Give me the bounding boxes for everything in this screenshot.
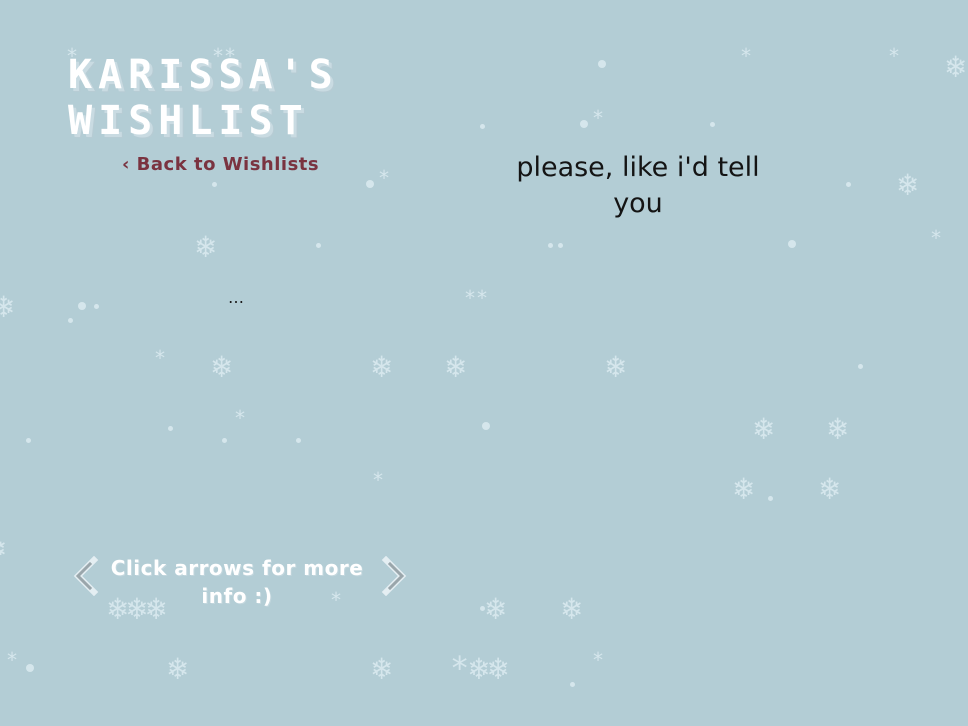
snow-dot — [222, 438, 227, 443]
snow-star-icon: * — [740, 44, 753, 68]
snow-star-icon: * — [930, 226, 943, 250]
snow-dot — [94, 304, 99, 309]
snowflake-icon: ❄ — [562, 589, 582, 627]
snowflake-icon: ❄ — [820, 469, 840, 507]
snow-dot — [78, 302, 86, 310]
snowflake-icon: ❄ — [372, 347, 392, 385]
snow-dot — [26, 664, 34, 672]
snow-dot — [480, 124, 485, 129]
snow-star-icon: * — [154, 346, 167, 370]
snowflake-icon: ❄ — [168, 649, 188, 687]
snow-dot — [212, 182, 217, 187]
snowflake-icon: ❄ — [606, 347, 626, 385]
snow-star-icon: * — [6, 648, 19, 672]
snow-dot — [858, 364, 863, 369]
snow-dot — [26, 438, 31, 443]
prev-arrow-button[interactable] — [68, 556, 102, 596]
snowflake-icon: ❄ — [946, 47, 966, 85]
title-line-2: WISHLIST — [68, 98, 309, 144]
snowflake-icon: ❄ — [0, 287, 14, 325]
chevron-left-icon — [73, 556, 99, 596]
snow-star-icon: * — [888, 44, 901, 68]
snow-dot — [768, 496, 773, 501]
back-to-wishlists-link[interactable]: ‹ Back to Wishlists — [122, 154, 319, 175]
navigation-hint: Click arrows for more info :) — [110, 556, 364, 608]
snowflake-icon: ❄ — [372, 649, 392, 687]
snow-dot — [168, 426, 173, 431]
snow-dot — [480, 606, 485, 611]
snowflake-icon: ❄ — [0, 532, 5, 564]
snow-dot — [548, 243, 553, 248]
snow-star-icon: * — [372, 468, 385, 492]
chevron-right-icon — [381, 556, 407, 596]
snow-dot — [580, 120, 588, 128]
snowflake-icon: ❄ — [486, 589, 506, 627]
next-arrow-button[interactable] — [378, 556, 412, 596]
snow-dot — [598, 60, 606, 68]
wishlist-item-text: please, like i'd tell you — [516, 152, 760, 219]
title-line-1: KARISSA'S — [68, 52, 339, 98]
snowflake-icon: ❄ — [754, 409, 774, 447]
snowflake-icon: ❄ — [446, 347, 466, 385]
snow-dot — [68, 318, 73, 323]
snow-star-icon: ** — [464, 286, 489, 310]
wishlist-title: KARISSA'S WISHLIST — [68, 52, 339, 144]
snow-star-icon: * — [592, 106, 605, 130]
snow-star-icon: * — [378, 166, 391, 190]
snow-star-icon: * — [592, 648, 605, 672]
snowflake-icon: ❄ — [828, 409, 848, 447]
snow-dot — [316, 243, 321, 248]
snow-dot — [710, 122, 715, 127]
snowflake-icon: ❄ — [212, 347, 232, 385]
snow-dot — [482, 422, 490, 430]
snowflake-icon: ❄ — [196, 227, 216, 265]
snow-dot — [788, 240, 796, 248]
snow-star-icon: * — [234, 406, 247, 430]
loading-ellipsis: … — [228, 288, 244, 307]
snow-dot — [846, 182, 851, 187]
snowflake-icon: ❄ — [898, 165, 918, 203]
snow-dot — [558, 243, 563, 248]
wishlist-page: * ** * * ❄ * * ❄ ❄ * ❄ ** * ❄ ❄ ❄ ❄ * ❄ … — [0, 0, 968, 726]
snowflake-icon: *❄❄ — [450, 649, 508, 687]
snow-dot — [366, 180, 374, 188]
snow-dot — [570, 682, 575, 687]
snowflake-icon: ❄ — [734, 469, 754, 507]
snow-dot — [296, 438, 301, 443]
